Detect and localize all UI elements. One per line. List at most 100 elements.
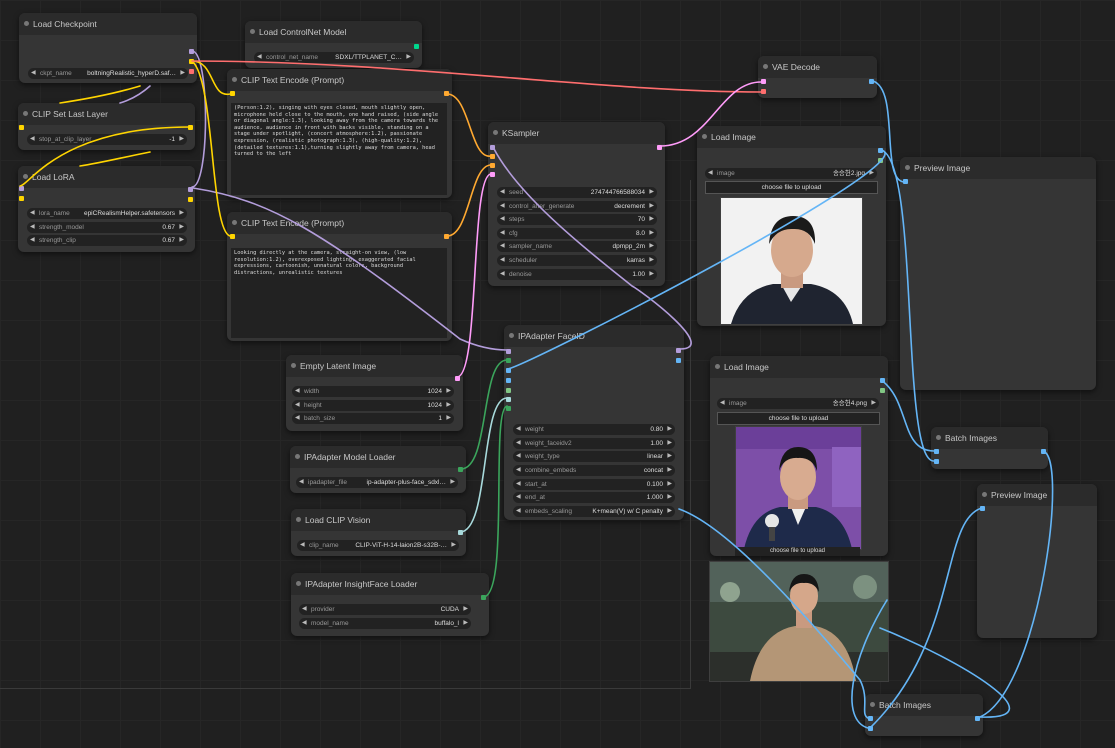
node-load-image-2[interactable]: Load Image ◀ image 송승헌4.png ▶ choose fil… (710, 356, 888, 556)
output-clip-port[interactable] (188, 125, 193, 130)
node-vae-decode[interactable]: VAE Decode (758, 56, 877, 98)
upload-button[interactable]: choose file to upload (705, 181, 878, 194)
arrow-right-icon[interactable]: ▶ (667, 438, 672, 449)
prompt-textarea[interactable]: Looking directly at the camera, straight… (231, 248, 447, 338)
collapse-dot-icon[interactable] (493, 130, 498, 135)
node-batch-images-1[interactable]: Batch Images (931, 427, 1048, 469)
arrow-right-icon[interactable]: ▶ (179, 222, 184, 233)
input-image-port[interactable] (506, 368, 511, 373)
collapse-dot-icon[interactable] (763, 64, 768, 69)
arrow-right-icon[interactable]: ▶ (649, 269, 654, 280)
collapse-dot-icon[interactable] (24, 21, 29, 26)
sampler-name-combo[interactable]: ◀ sampler_name dpmpp_2m ▶ (497, 241, 657, 252)
arrow-right-icon[interactable]: ▶ (406, 52, 411, 63)
arrow-right-icon[interactable]: ▶ (649, 241, 654, 252)
node-load-checkpoint[interactable]: Load Checkpoint ◀ ckpt_name boltningReal… (19, 13, 197, 83)
arrow-right-icon[interactable]: ▶ (871, 398, 876, 409)
arrow-left-icon[interactable]: ◀ (299, 477, 304, 488)
weight-type-combo[interactable]: ◀ weight_type linear ▶ (513, 451, 675, 462)
output-image-port[interactable] (975, 716, 980, 721)
arrow-left-icon[interactable]: ◀ (516, 438, 521, 449)
arrow-right-icon[interactable]: ▶ (446, 386, 451, 397)
collapse-dot-icon[interactable] (295, 454, 300, 459)
node-batch-images-2[interactable]: Batch Images (865, 694, 983, 736)
output-face-image-port[interactable] (676, 358, 681, 363)
ckpt-name-combo[interactable]: ◀ ckpt_name boltningRealistic_hyperD.saf… (28, 68, 188, 79)
arrow-left-icon[interactable]: ◀ (500, 241, 505, 252)
arrow-right-icon[interactable]: ▶ (649, 187, 654, 198)
arrow-left-icon[interactable]: ◀ (500, 187, 505, 198)
arrow-right-icon[interactable]: ▶ (179, 235, 184, 246)
image-combo[interactable]: ◀ image 송승헌4.png ▶ (717, 398, 879, 409)
arrow-left-icon[interactable]: ◀ (516, 424, 521, 435)
arrow-left-icon[interactable]: ◀ (31, 68, 36, 79)
arrow-left-icon[interactable]: ◀ (30, 222, 35, 233)
output-image-port[interactable] (880, 378, 885, 383)
denoise-number[interactable]: ◀ denoise 1.00 ▶ (497, 269, 657, 280)
output-ipadapter-port[interactable] (458, 467, 463, 472)
node-ipadapter-model-loader[interactable]: IPAdapter Model Loader ◀ ipadapter_file … (290, 446, 466, 493)
collapse-dot-icon[interactable] (715, 364, 720, 369)
collapse-dot-icon[interactable] (982, 492, 987, 497)
strength-clip-number[interactable]: ◀ strength_clip 0.67 ▶ (27, 235, 187, 246)
embeds-scaling-combo[interactable]: ◀ embeds_scaling K+mean(V) w/ C penalty … (513, 506, 675, 517)
node-title[interactable]: Load Checkpoint (19, 13, 197, 35)
input-image1-port[interactable] (934, 449, 939, 454)
node-title[interactable]: Preview Image (977, 484, 1097, 506)
node-preview-image-1[interactable]: Preview Image (900, 157, 1096, 390)
node-clip-text-encode-positive[interactable]: CLIP Text Encode (Prompt) (Person:1.2), … (227, 69, 452, 198)
image-combo[interactable]: ◀ image 송승헌2.jpg ▶ (705, 168, 877, 179)
upload-button[interactable]: choose file to upload (717, 412, 880, 425)
node-title[interactable]: KSampler (488, 122, 665, 144)
collapse-dot-icon[interactable] (23, 111, 28, 116)
input-attn-mask-port[interactable] (506, 388, 511, 393)
arrow-left-icon[interactable]: ◀ (30, 134, 35, 145)
input-image-negative-port[interactable] (506, 378, 511, 383)
input-samples-port[interactable] (761, 79, 766, 84)
output-latent-port[interactable] (455, 376, 460, 381)
output-latent-port[interactable] (657, 145, 662, 150)
output-model-port[interactable] (189, 49, 194, 54)
arrow-right-icon[interactable]: ▶ (179, 134, 184, 145)
strength-model-number[interactable]: ◀ strength_model 0.67 ▶ (27, 222, 187, 233)
arrow-right-icon[interactable]: ▶ (446, 413, 451, 424)
node-load-lora[interactable]: Load LoRA ◀ lora_name epiCRealismHelper.… (18, 166, 195, 252)
arrow-left-icon[interactable]: ◀ (500, 214, 505, 225)
collapse-dot-icon[interactable] (870, 702, 875, 707)
arrow-right-icon[interactable]: ▶ (667, 451, 672, 462)
input-vae-port[interactable] (761, 89, 766, 94)
output-control-net-port[interactable] (414, 44, 419, 49)
clip-name-combo[interactable]: ◀ clip_name CLIP-ViT-H-14-laion2B-s32B-…… (297, 540, 459, 551)
node-load-controlnet[interactable]: Load ControlNet Model ◀ control_net_name… (245, 21, 422, 68)
input-image1-port[interactable] (868, 716, 873, 721)
arrow-left-icon[interactable]: ◀ (30, 235, 35, 246)
width-number[interactable]: ◀ width 1024 ▶ (292, 386, 454, 397)
arrow-right-icon[interactable]: ▶ (451, 540, 456, 551)
arrow-right-icon[interactable]: ▶ (649, 228, 654, 239)
node-title[interactable]: CLIP Set Last Layer (18, 103, 195, 125)
input-image2-port[interactable] (934, 459, 939, 464)
collapse-dot-icon[interactable] (509, 333, 514, 338)
arrow-left-icon[interactable]: ◀ (500, 255, 505, 266)
output-image-port[interactable] (1041, 449, 1046, 454)
input-clip-vision-port[interactable] (506, 397, 511, 402)
node-title[interactable]: CLIP Text Encode (Prompt) (227, 69, 452, 91)
node-title[interactable]: Load Image (697, 126, 886, 148)
arrow-left-icon[interactable]: ◀ (302, 618, 307, 629)
collapse-dot-icon[interactable] (702, 134, 707, 139)
output-clip-vision-port[interactable] (458, 530, 463, 535)
node-ipadapter-faceid[interactable]: IPAdapter FaceID ◀ weight 0.80 ▶ ◀ weigh… (504, 325, 684, 520)
arrow-right-icon[interactable]: ▶ (180, 68, 185, 79)
collapse-dot-icon[interactable] (936, 435, 941, 440)
input-clip-port[interactable] (230, 234, 235, 239)
output-image-port[interactable] (869, 79, 874, 84)
output-conditioning-port[interactable] (444, 91, 449, 96)
arrow-left-icon[interactable]: ◀ (300, 540, 305, 551)
node-title[interactable]: Load Image (710, 356, 888, 378)
output-vae-port[interactable] (189, 69, 194, 74)
stop-at-clip-layer-number[interactable]: ◀ stop_at_clip_layer -1 ▶ (27, 134, 187, 145)
input-ipadapter-port[interactable] (506, 358, 511, 363)
output-model-port[interactable] (676, 348, 681, 353)
node-clip-text-encode-negative[interactable]: CLIP Text Encode (Prompt) Looking direct… (227, 212, 452, 341)
node-title[interactable]: IPAdapter FaceID (504, 325, 684, 347)
